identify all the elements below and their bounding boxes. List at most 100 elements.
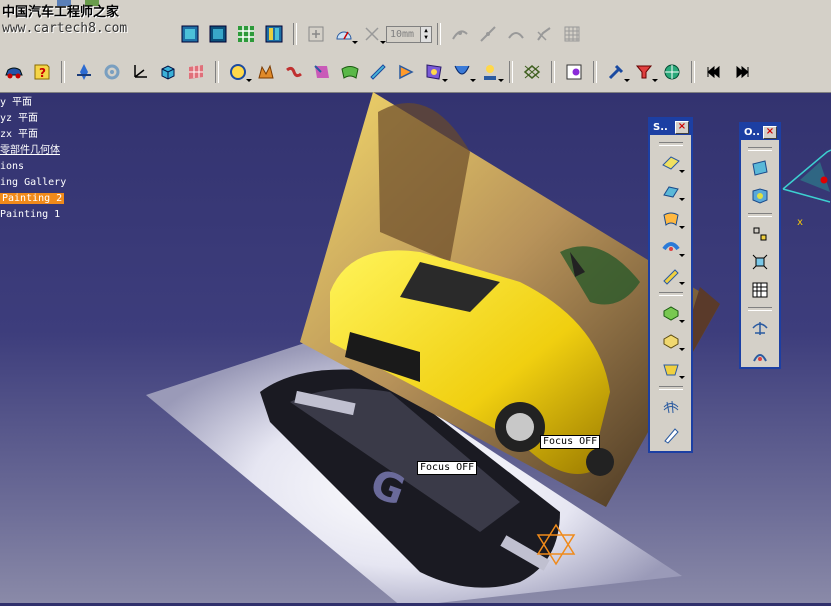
curve-icon-4[interactable] (533, 23, 555, 45)
split-view-icon[interactable] (263, 23, 285, 45)
toolbar-separator (593, 61, 597, 83)
watermark: 中国汽车工程师之家 www.cartech8.com (2, 5, 127, 37)
solid-tool-icon-2[interactable] (660, 330, 685, 352)
tree-item-painting-1[interactable]: Painting 1 (0, 207, 66, 223)
solid-tool-icon-3[interactable] (660, 358, 685, 380)
focus-label-1[interactable]: Focus OFF (540, 435, 601, 449)
grid-view-icon[interactable] (235, 23, 257, 45)
pen-tool-icon[interactable] (660, 424, 682, 446)
axis-triad-icon[interactable] (782, 149, 831, 203)
operation-icon-5[interactable] (749, 279, 771, 301)
tree-item-painting-2[interactable]: Painting 2 (0, 191, 66, 207)
tree-item-applications[interactable]: ions (0, 159, 66, 175)
curve-icon-2[interactable] (477, 23, 499, 45)
axis-icon[interactable] (129, 61, 151, 83)
tree-item-label: yz 平面 (0, 113, 39, 124)
3d-viewport[interactable]: G Focus OFF Focus OFF x (0, 92, 831, 606)
tree-item-part-body[interactable]: 零部件几何体 (0, 143, 66, 159)
light-icon[interactable] (479, 61, 504, 83)
intersect-icon[interactable] (521, 61, 543, 83)
watermark-url: www.cartech8.com (2, 21, 128, 36)
surface-icon-8[interactable] (423, 61, 448, 83)
surface-tool-icon-2[interactable] (660, 208, 685, 230)
curve-icon-1[interactable] (449, 23, 471, 45)
surface-icon-2[interactable] (255, 61, 277, 83)
surface-icon-1[interactable] (227, 61, 252, 83)
last-frame-icon[interactable] (731, 61, 753, 83)
tree-item-label: y 平面 (0, 97, 33, 108)
operation-icon-4[interactable] (749, 251, 771, 273)
toolbar-separator (658, 292, 683, 296)
surface-icon-3[interactable] (283, 61, 305, 83)
floating-toolbar-s[interactable]: S.. × (648, 117, 693, 453)
toolbar-separator (748, 213, 772, 217)
toolbar-area: 10mm ▲ ▼ ? 中国汽车工程师之家 www.cartech8.com (0, 0, 831, 93)
globe-icon[interactable] (661, 61, 683, 83)
toolbar-separator (437, 23, 441, 45)
gauge-icon[interactable] (333, 23, 358, 45)
focus-label-2[interactable]: Focus OFF (417, 461, 478, 475)
length-field-value: 10mm (390, 28, 415, 40)
help-icon[interactable]: ? (31, 61, 53, 83)
operation-icon-2[interactable] (749, 185, 771, 207)
surface-icon-7[interactable] (395, 61, 417, 83)
operation-icon-1[interactable] (749, 157, 771, 179)
mesh-tool-icon[interactable] (660, 396, 682, 418)
solid-tool-icon-1[interactable] (660, 302, 685, 324)
cube-icon[interactable] (157, 61, 179, 83)
tools-icon[interactable] (605, 61, 630, 83)
operation-icon-7[interactable] (749, 345, 771, 367)
toolbar-separator (658, 386, 683, 390)
tree-item-label: zx 平面 (0, 129, 39, 140)
length-spinner-icon[interactable]: ▲ ▼ (420, 26, 431, 42)
floating-toolbar-o-title: O.. (744, 126, 760, 138)
compass-icon[interactable] (73, 61, 95, 83)
car-icon[interactable] (3, 61, 25, 83)
toolbar-separator (748, 147, 772, 151)
snap-icon[interactable] (361, 23, 386, 45)
toolbar-separator (509, 61, 513, 83)
surface-tool-icon-1[interactable] (660, 180, 685, 202)
close-icon[interactable]: × (763, 125, 777, 139)
filter-icon[interactable] (633, 61, 658, 83)
surface-icon-5[interactable] (339, 61, 361, 83)
tree-item-label: Painting 1 (0, 209, 61, 220)
surface-icon-6[interactable] (367, 61, 389, 83)
axis-x-label: x (797, 217, 804, 228)
view-solid-icon[interactable] (179, 23, 201, 45)
tree-item-xy-plane[interactable]: y 平面 (0, 95, 66, 111)
tree-item-yz-plane[interactable]: yz 平面 (0, 111, 66, 127)
view-edges-icon[interactable] (207, 23, 229, 45)
surface-tool-icon-4[interactable] (660, 264, 685, 286)
surface-icon-4[interactable] (311, 61, 333, 83)
tree-item-zx-plane[interactable]: zx 平面 (0, 127, 66, 143)
toolbar-separator (215, 61, 219, 83)
operation-icon-3[interactable] (749, 223, 771, 245)
mesh-icon[interactable] (185, 61, 207, 83)
curve-icon-3[interactable] (505, 23, 527, 45)
surface-icon-9[interactable] (451, 61, 476, 83)
length-field[interactable]: 10mm ▲ ▼ (386, 25, 432, 43)
plus-icon[interactable] (305, 23, 327, 45)
watermark-title: 中国汽车工程师之家 (2, 5, 120, 20)
floating-toolbar-s-title: S.. (653, 121, 668, 133)
tree-item-painting-gallery[interactable]: ing Gallery (0, 175, 66, 191)
floating-toolbar-o-titlebar[interactable]: O.. × (741, 124, 779, 140)
plane-tool-icon[interactable] (660, 152, 685, 174)
rotate-icon[interactable] (101, 61, 123, 83)
floating-toolbar-s-body (650, 135, 691, 449)
floating-toolbar-o[interactable]: O.. × (739, 122, 781, 369)
specification-tree: y 平面 yz 平面 zx 平面 零部件几何体 ions ing Gallery… (0, 95, 66, 223)
svg-text:?: ? (39, 66, 46, 80)
grid-icon[interactable] (561, 23, 583, 45)
tree-item-label: ions (0, 161, 25, 172)
floating-toolbar-o-body (741, 140, 779, 370)
sketch-icon[interactable] (563, 61, 585, 83)
floating-toolbar-s-titlebar[interactable]: S.. × (650, 119, 691, 135)
first-frame-icon[interactable] (703, 61, 725, 83)
close-icon[interactable]: × (675, 120, 689, 134)
toolbar-row-2: ? (0, 57, 756, 87)
operation-icon-6[interactable] (749, 317, 771, 339)
surface-tool-icon-3[interactable] (660, 236, 685, 258)
tree-item-label: Painting 2 (0, 193, 65, 204)
